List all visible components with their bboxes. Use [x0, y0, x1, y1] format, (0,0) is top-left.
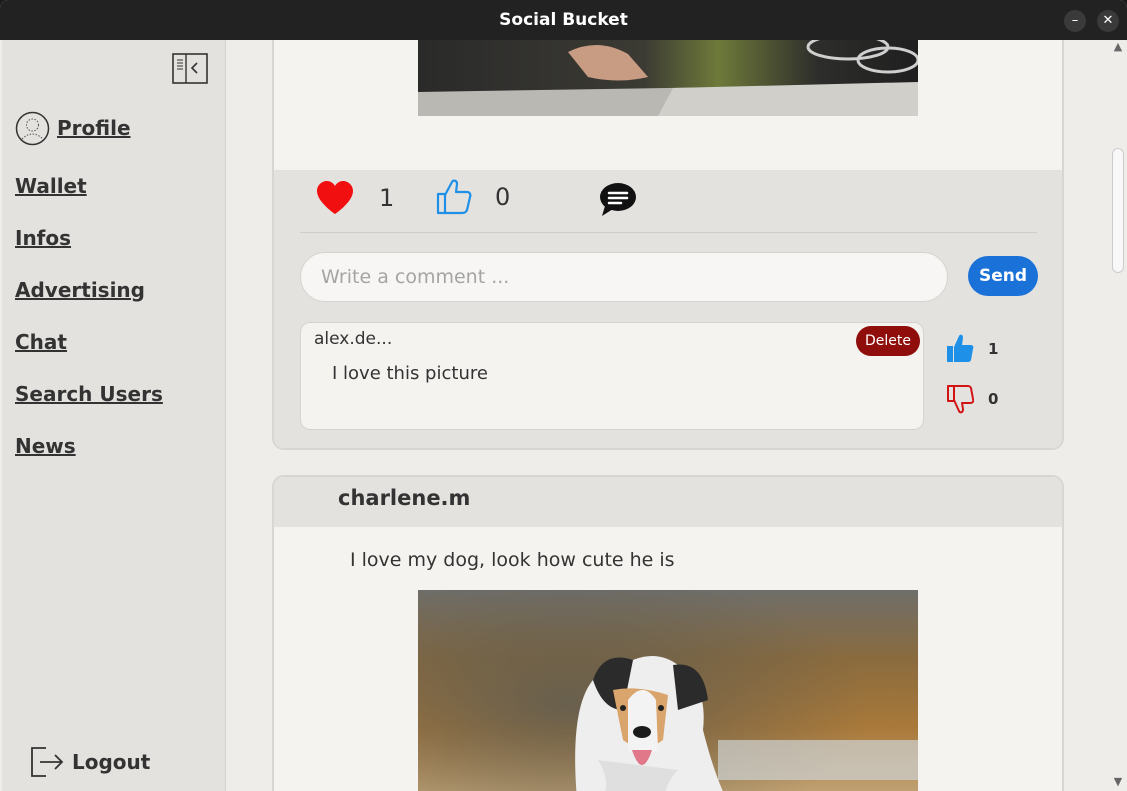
title-bar: Social Bucket – ✕ [0, 0, 1127, 40]
sidebar-item-search-users[interactable]: Search Users [15, 382, 163, 406]
comment-input[interactable] [300, 252, 948, 302]
send-button[interactable]: Send [968, 256, 1038, 296]
sidebar-item-profile[interactable]: Profile [15, 110, 131, 146]
sidebar-item-advertising[interactable]: Advertising [15, 278, 145, 302]
thumbs-up-icon [436, 179, 472, 215]
sidebar-item-chat[interactable]: Chat [15, 330, 67, 354]
post-text: I love my dog, look how cute he is [350, 549, 675, 571]
post-author[interactable]: charlene.m [338, 486, 470, 510]
thumb-like-action[interactable]: 0 [435, 178, 510, 216]
logout-button[interactable]: Logout [28, 744, 150, 780]
scroll-thumb[interactable] [1112, 148, 1124, 273]
sidebar-item-infos[interactable]: Infos [15, 226, 71, 250]
post-image [418, 590, 918, 791]
feed: 1 0 Send [227, 40, 1109, 791]
avatar-icon [15, 111, 50, 145]
heart-like-action[interactable]: 1 [315, 180, 394, 216]
heart-icon [317, 181, 353, 214]
scroll-down-icon[interactable]: ▼ [1110, 775, 1126, 789]
thumbs-down-icon [947, 385, 974, 414]
sidebar-item-news[interactable]: News [15, 434, 76, 458]
minimize-button[interactable]: – [1064, 10, 1086, 32]
comment-upvote[interactable]: 1 [946, 334, 998, 364]
sidebar-toggle-icon[interactable] [172, 53, 208, 84]
thumb-count: 0 [495, 183, 511, 211]
divider [300, 232, 1037, 233]
scroll-up-icon[interactable]: ▲ [1110, 40, 1126, 54]
thumbs-up-filled-icon [947, 334, 974, 362]
delete-comment-button[interactable]: Delete [856, 326, 920, 356]
comment-item: alex.de... I love this picture Delete [300, 322, 924, 430]
post-card: 1 0 Send [272, 40, 1064, 450]
comment-icon[interactable] [599, 182, 637, 218]
app-window: Social Bucket – ✕ Profile Wallet Infos A… [0, 0, 1127, 791]
comment-downvote[interactable]: 0 [946, 384, 998, 414]
window-title: Social Bucket [499, 10, 628, 30]
logout-icon [31, 747, 64, 777]
sidebar-item-wallet[interactable]: Wallet [15, 174, 87, 198]
post-header: charlene.m [274, 477, 1062, 527]
close-button[interactable]: ✕ [1097, 10, 1119, 32]
post-card: charlene.m I love my dog, look how cute … [272, 475, 1064, 791]
sidebar-item-label: Profile [57, 116, 131, 140]
downvote-count: 0 [988, 390, 999, 408]
heart-count: 1 [379, 184, 395, 212]
logout-label: Logout [72, 750, 151, 774]
post-actions: 1 0 Send [274, 170, 1062, 448]
sidebar: Profile Wallet Infos Advertising Chat Se… [2, 40, 226, 791]
comment-author[interactable]: alex.de... [314, 329, 392, 349]
vertical-scrollbar[interactable]: ▲ ▼ [1109, 40, 1127, 791]
comment-text: I love this picture [332, 363, 488, 384]
post-image [418, 40, 918, 116]
upvote-count: 1 [988, 340, 999, 358]
